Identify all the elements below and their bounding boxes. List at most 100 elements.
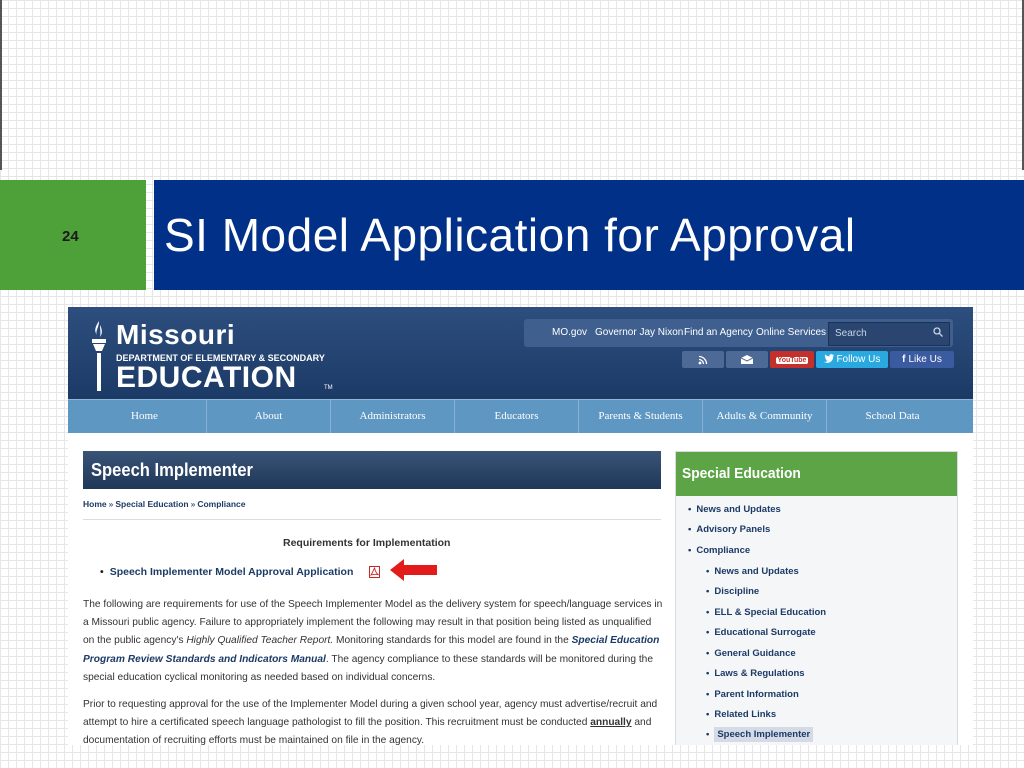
email-button[interactable] [726, 351, 768, 368]
main-nav: Home About Administrators Educators Pare… [68, 399, 973, 434]
sidebar-item-label: News and Updates [696, 504, 781, 515]
requirements-paragraph: The following are requirements for use o… [83, 596, 663, 687]
bullet-icon: • [706, 566, 710, 577]
requirements-heading: Requirements for Implementation [283, 537, 451, 549]
breadcrumb-compliance[interactable]: Compliance [197, 499, 245, 509]
breadcrumb: Home» Special Education» Compliance [83, 499, 246, 509]
sidebar-subitem-related-links[interactable]: • Related Links [706, 709, 776, 720]
rss-button[interactable] [682, 351, 724, 368]
sidebar-item-advisory-panels[interactable]: • Advisory Panels [688, 524, 770, 535]
red-arrow-icon [390, 559, 437, 581]
link-online-services[interactable]: Online Services [756, 327, 826, 338]
bullet-icon: • [706, 607, 710, 618]
slide-title-bar: SI Model Application for Approval [154, 180, 1024, 290]
utility-links-bar: MO.gov Governor Jay Nixon Find an Agency… [524, 319, 953, 347]
sidebar-item-label: Advisory Panels [696, 524, 771, 535]
sidebar-subitem-guidance[interactable]: • General Guidance [706, 648, 796, 659]
bullet-icon: • [706, 627, 710, 638]
search-input[interactable] [829, 323, 935, 343]
facebook-like-label: Like Us [908, 354, 942, 365]
twitter-follow-label: Follow Us [836, 354, 881, 365]
sidebar: Special Education • News and Updates • Adv… [675, 451, 958, 745]
application-list-item: • Speech Implementer Model Approval Appli… [100, 566, 353, 578]
bullet-icon: • [706, 586, 710, 597]
bullet-icon: • [706, 689, 710, 700]
nav-adults-community[interactable]: Adults & Community [703, 400, 827, 434]
sidebar-item-compliance[interactable]: • Compliance [688, 545, 750, 556]
sidebar-item-label: Compliance [696, 545, 751, 556]
sidebar-subitem-ell[interactable]: • ELL & Special Education [706, 607, 826, 618]
recruitment-paragraph: Prior to requesting approval for the use… [83, 696, 663, 745]
sidebar-item-label: Speech Implementer [714, 727, 814, 742]
divider [83, 519, 661, 520]
link-mo-gov[interactable]: MO.gov [552, 327, 587, 338]
twitter-follow-button[interactable]: Follow Us [816, 351, 888, 368]
youtube-icon: YouTube [775, 357, 809, 364]
nav-school-data[interactable]: School Data [827, 400, 958, 434]
sidebar-subitem-discipline[interactable]: • Discipline [706, 586, 759, 597]
nav-administrators[interactable]: Administrators [331, 400, 455, 434]
logo-education: EDUCATION [116, 361, 297, 394]
nav-about[interactable]: About [207, 400, 331, 434]
bullet-icon: • [688, 504, 692, 515]
bullet-icon: • [688, 545, 692, 556]
search-icon[interactable] [933, 327, 943, 337]
torch-icon [92, 321, 106, 391]
page-content: Speech Implementer Home» Special Educatio… [68, 433, 973, 745]
application-link[interactable]: Speech Implementer Model Approval Applic… [110, 566, 354, 578]
sidebar-header: Special Education [676, 452, 957, 496]
slide-number-box: 24 [0, 180, 146, 290]
youtube-button[interactable]: YouTube [770, 351, 814, 368]
search-box [828, 322, 950, 346]
nav-educators[interactable]: Educators [455, 400, 579, 434]
nav-parents-students[interactable]: Parents & Students [579, 400, 703, 434]
sidebar-subitem-news[interactable]: • News and Updates [706, 566, 799, 577]
website-screenshot: Missouri DEPARTMENT OF ELEMENTARY & SECO… [68, 307, 973, 745]
bullet-icon: • [100, 566, 104, 578]
site-header: Missouri DEPARTMENT OF ELEMENTARY & SECO… [68, 307, 973, 399]
para2-text1: Prior to requesting approval for the use… [83, 699, 658, 729]
twitter-bird-icon [823, 354, 834, 363]
link-find-agency[interactable]: Find an Agency [684, 327, 753, 338]
sidebar-item-label: Related Links [714, 709, 777, 720]
facebook-icon: f [902, 354, 906, 365]
bullet-icon: • [706, 729, 710, 740]
breadcrumb-separator-icon: » [190, 499, 196, 509]
bullet-icon: • [706, 648, 710, 659]
bullet-icon: • [706, 709, 710, 720]
para1-text2: Monitoring standards for this model are … [333, 635, 572, 647]
pdf-icon[interactable] [369, 566, 380, 578]
sidebar-heading: Special Education [682, 465, 801, 482]
sidebar-item-label: Parent Information [714, 689, 799, 700]
dese-logo[interactable]: Missouri DEPARTMENT OF ELEMENTARY & SECO… [88, 315, 358, 395]
sidebar-subitem-speech-implementer[interactable]: • Speech Implementer [706, 727, 814, 742]
breadcrumb-home[interactable]: Home [83, 499, 107, 509]
nav-home[interactable]: Home [83, 400, 207, 434]
logo-trademark: TM [324, 385, 333, 391]
logo-state: Missouri [116, 319, 236, 350]
social-links: YouTube Follow Us f Like Us [682, 351, 954, 369]
link-governor[interactable]: Governor Jay Nixon [595, 327, 683, 338]
facebook-like-button[interactable]: f Like Us [890, 351, 954, 368]
annually-emphasis: annually [590, 717, 632, 729]
page-heading: Speech Implementer [91, 460, 253, 480]
sidebar-item-label: ELL & Special Education [714, 607, 827, 618]
bullet-icon: • [688, 524, 692, 535]
hqt-report-title: Highly Qualified Teacher Report. [186, 635, 334, 647]
breadcrumb-special-education[interactable]: Special Education [115, 499, 188, 509]
page-heading-bar: Speech Implementer [83, 451, 661, 489]
sidebar-item-label: General Guidance [714, 648, 796, 659]
sidebar-subitem-parent-info[interactable]: • Parent Information [706, 689, 799, 700]
sidebar-subitem-laws[interactable]: • Laws & Regulations [706, 668, 805, 679]
sidebar-item-news[interactable]: • News and Updates [688, 504, 781, 515]
rss-icon [698, 355, 708, 365]
bullet-icon: • [706, 668, 710, 679]
sidebar-item-label: Discipline [714, 586, 760, 597]
mail-icon [740, 355, 754, 364]
slide-frame-left [0, 0, 2, 170]
sidebar-subitem-surrogate[interactable]: • Educational Surrogate [706, 627, 816, 638]
sidebar-item-label: News and Updates [714, 566, 799, 577]
slide-title: SI Model Application for Approval [164, 209, 856, 261]
sidebar-item-label: Educational Surrogate [714, 627, 816, 638]
breadcrumb-separator-icon: » [108, 499, 114, 509]
